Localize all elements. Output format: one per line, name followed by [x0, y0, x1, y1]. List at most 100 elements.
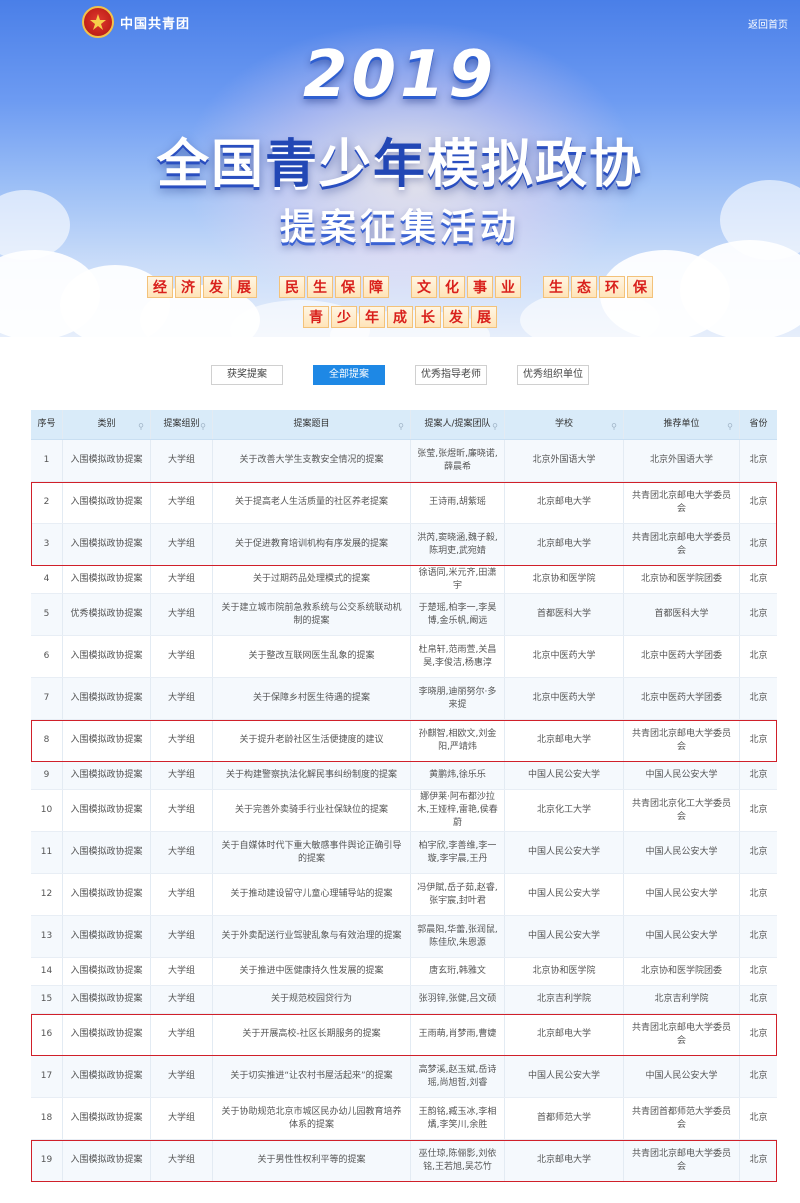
table-cell: 大学组	[151, 636, 213, 677]
table-row[interactable]: 3 入围模拟政协提案 大学组 关于促进教育培训机构有序发展的提案 洪芮,窦晓涵,魏子毅,…	[31, 524, 777, 566]
back-home-link[interactable]: 返回首页	[748, 16, 788, 31]
search-icon[interactable]: ⚲	[200, 420, 206, 433]
column-header[interactable]: 推荐单位 ⚲	[624, 410, 740, 439]
table-row[interactable]: 12 入围模拟政协提案 大学组 关于推动建设留守儿童心理辅导站的提案 冯伊賦,岳子茹,赵…	[31, 874, 777, 916]
column-header[interactable]: 提案题目 ⚲	[213, 410, 411, 439]
table-row[interactable]: 13 入围模拟政协提案 大学组 关于外卖配送行业驾驶乱象与有效治理的提案 郭晨阳,华蕾,…	[31, 916, 777, 958]
theme-tag-char: 环	[599, 276, 625, 298]
table-row[interactable]: 16 入围模拟政协提案 大学组 关于开展高校-社区长期服务的提案 王雨萌,肖梦雨,曹婕北…	[31, 1014, 777, 1056]
column-header-label: 提案题目	[293, 419, 330, 429]
table-cell: 关于推进中医健康持久性发展的提案	[213, 958, 411, 985]
column-header[interactable]: 序号	[31, 410, 63, 439]
table-cell: 首都医科大学	[505, 594, 624, 635]
table-row[interactable]: 17 入围模拟政协提案 大学组 关于切实推进“让农村书屋活起来”的提案 高梦溪,赵玉斌,…	[31, 1056, 777, 1098]
search-icon[interactable]: ⚲	[398, 420, 404, 433]
table-cell: 2	[31, 482, 63, 523]
column-header[interactable]: 类别 ⚲	[63, 410, 151, 439]
table-cell: 入围模拟政协提案	[63, 1140, 151, 1181]
table-row[interactable]: 11 入围模拟政协提案 大学组 关于自媒体时代下重大敏感事件舆论正确引导的提案 柏宇欣,…	[31, 832, 777, 874]
table-cell: 唐玄珩,韩雅文	[411, 958, 505, 985]
table-cell: 19	[31, 1140, 63, 1181]
table-cell: 入围模拟政协提案	[63, 440, 151, 481]
table-cell: 入围模拟政协提案	[63, 1056, 151, 1097]
table-cell: 北京中医药大学	[505, 678, 624, 719]
table-cell: 北京	[749, 735, 768, 745]
table-cell: 大学组	[151, 790, 213, 831]
table-cell: 北京	[749, 966, 768, 976]
search-icon[interactable]: ⚲	[727, 420, 733, 433]
table-row[interactable]: 6 入围模拟政协提案 大学组 关于整改互联网医生乱象的提案 杜帛轩,范雨萱,关昌昊,李俊…	[31, 636, 777, 678]
table-cell: 大学组	[151, 524, 213, 565]
theme-tag: 生态环保	[543, 276, 653, 298]
table-cell: 北京协和医学院团委	[624, 566, 740, 593]
table-cell: 北京吉利学院	[505, 986, 624, 1013]
column-header-label: 省份	[749, 419, 768, 429]
table-cell: 13	[31, 916, 63, 957]
table-row[interactable]: 9 入围模拟政协提案 大学组 关于构建警察执法化解民事纠纷制度的提案 黄鹏炜,徐乐乐 中国…	[31, 762, 777, 790]
table-cell: 北京	[749, 455, 768, 465]
table-cell: 关于男性性权利平等的提案	[213, 1140, 411, 1181]
column-header[interactable]: 学校 ⚲	[505, 410, 624, 439]
table-cell: 北京协和医学院团委	[624, 958, 740, 985]
theme-tag-char: 长	[415, 306, 441, 328]
table-cell: 王雨萌,肖梦雨,曹婕	[411, 1014, 505, 1055]
tab-1[interactable]: 全部提案	[313, 365, 385, 385]
banner-title-char: 少	[318, 135, 373, 195]
org-logo[interactable]: 中国共青团	[82, 6, 190, 38]
table-row[interactable]: 5 优秀模拟政协提案 大学组 关于建立城市院前急救系统与公交系统联动机制的提案 于楚瑶,…	[31, 594, 777, 636]
table-cell: 5	[31, 594, 63, 635]
table-row[interactable]: 1 入围模拟政协提案 大学组 关于改善大学生支教安全情况的提案 张莹,张煜昕,廉晓诺,薛…	[31, 440, 777, 482]
table-cell: 北京化工大学	[505, 790, 624, 831]
table-cell: 北京	[749, 539, 768, 549]
table-cell: 10	[31, 790, 63, 831]
table-cell: 中国人民公安大学	[624, 832, 740, 873]
table-cell: 关于保障乡村医生待遇的提案	[213, 678, 411, 719]
table-cell: 共青团北京化工大学委员会	[624, 790, 740, 831]
table-row[interactable]: 8 入围模拟政协提案 大学组 关于提升老龄社区生活便捷度的建议 孙麒智,相欧文,刘金阳,…	[31, 720, 777, 762]
table-cell: 9	[31, 762, 63, 789]
table-row[interactable]: 14 入围模拟政协提案 大学组 关于推进中医健康持久性发展的提案 唐玄珩,韩雅文 北京协和…	[31, 958, 777, 986]
table-cell: 冯伊賦,岳子茹,赵睿,张宇宸,封叶君	[411, 874, 505, 915]
table-row[interactable]: 18 入围模拟政协提案 大学组 关于协助规范北京市城区民办幼儿园教育培养体系的提案 王韵…	[31, 1098, 777, 1140]
table-cell: 1	[31, 440, 63, 481]
tab-0[interactable]: 获奖提案	[211, 365, 283, 385]
table-cell: 徐语同,米元齐,田潇宇	[411, 566, 505, 593]
table-cell: 大学组	[151, 678, 213, 719]
table-cell: 关于自媒体时代下重大敏感事件舆论正确引导的提案	[213, 832, 411, 873]
table-cell: 大学组	[151, 874, 213, 915]
search-icon[interactable]: ⚲	[611, 420, 617, 433]
table-cell: 关于改善大学生支教安全情况的提案	[213, 440, 411, 481]
table-cell: 大学组	[151, 482, 213, 523]
tab-2[interactable]: 优秀指导老师	[415, 365, 487, 385]
table-cell: 李晓朋,迪丽努尔·多来提	[411, 678, 505, 719]
column-header[interactable]: 省份	[740, 410, 777, 439]
banner-title-char: 全	[156, 135, 211, 195]
search-icon[interactable]: ⚲	[492, 420, 498, 433]
table-row[interactable]: 2 入围模拟政协提案 大学组 关于提高老人生活质量的社区养老提案 王诗雨,胡紫瑶 北京邮电…	[31, 482, 777, 524]
column-header[interactable]: 提案组别 ⚲	[151, 410, 213, 439]
table-cell: 王诗雨,胡紫瑶	[411, 482, 505, 523]
table-row[interactable]: 4 入围模拟政协提案 大学组 关于过期药品处理模式的提案 徐语同,米元齐,田潇宇 北京协和…	[31, 566, 777, 594]
theme-tag-char: 民	[279, 276, 305, 298]
table-cell: 共青团北京邮电大学委员会	[624, 482, 740, 523]
search-icon[interactable]: ⚲	[138, 420, 144, 433]
theme-tag-char: 年	[359, 306, 385, 328]
table-cell: 入围模拟政协提案	[63, 874, 151, 915]
table-cell: 共青团北京邮电大学委员会	[624, 1140, 740, 1181]
theme-tag-char: 发	[443, 306, 469, 328]
table-row[interactable]: 19 入围模拟政协提案 大学组 关于男性性权利平等的提案 巫仕琼,陈俪影,刘依铭,王若旭…	[31, 1140, 777, 1182]
banner-title-char: 政	[535, 135, 590, 195]
tab-3[interactable]: 优秀组织单位	[517, 365, 589, 385]
column-header[interactable]: 提案人/提案团队 ⚲	[411, 410, 505, 439]
table-row[interactable]: 10 入围模拟政协提案 大学组 关于完善外卖骑手行业社保缺位的提案 娜伊莱·阿布都沙拉木…	[31, 790, 777, 832]
table-cell: 北京	[749, 847, 768, 857]
table-cell: 北京邮电大学	[505, 720, 624, 761]
table-row[interactable]: 15 入围模拟政协提案 大学组 关于规范校园贷行为 张羽锌,张健,吕文硕 北京吉利学院 北京…	[31, 986, 777, 1014]
theme-tag-char: 经	[147, 276, 173, 298]
table-cell: 中国人民公安大学	[624, 762, 740, 789]
table-cell: 入围模拟政协提案	[63, 790, 151, 831]
theme-tag-char: 生	[307, 276, 333, 298]
table-row[interactable]: 7 入围模拟政协提案 大学组 关于保障乡村医生待遇的提案 李晓朋,迪丽努尔·多来提 北京中…	[31, 678, 777, 720]
theme-tag-char: 化	[439, 276, 465, 298]
table-cell: 入围模拟政协提案	[63, 566, 151, 593]
